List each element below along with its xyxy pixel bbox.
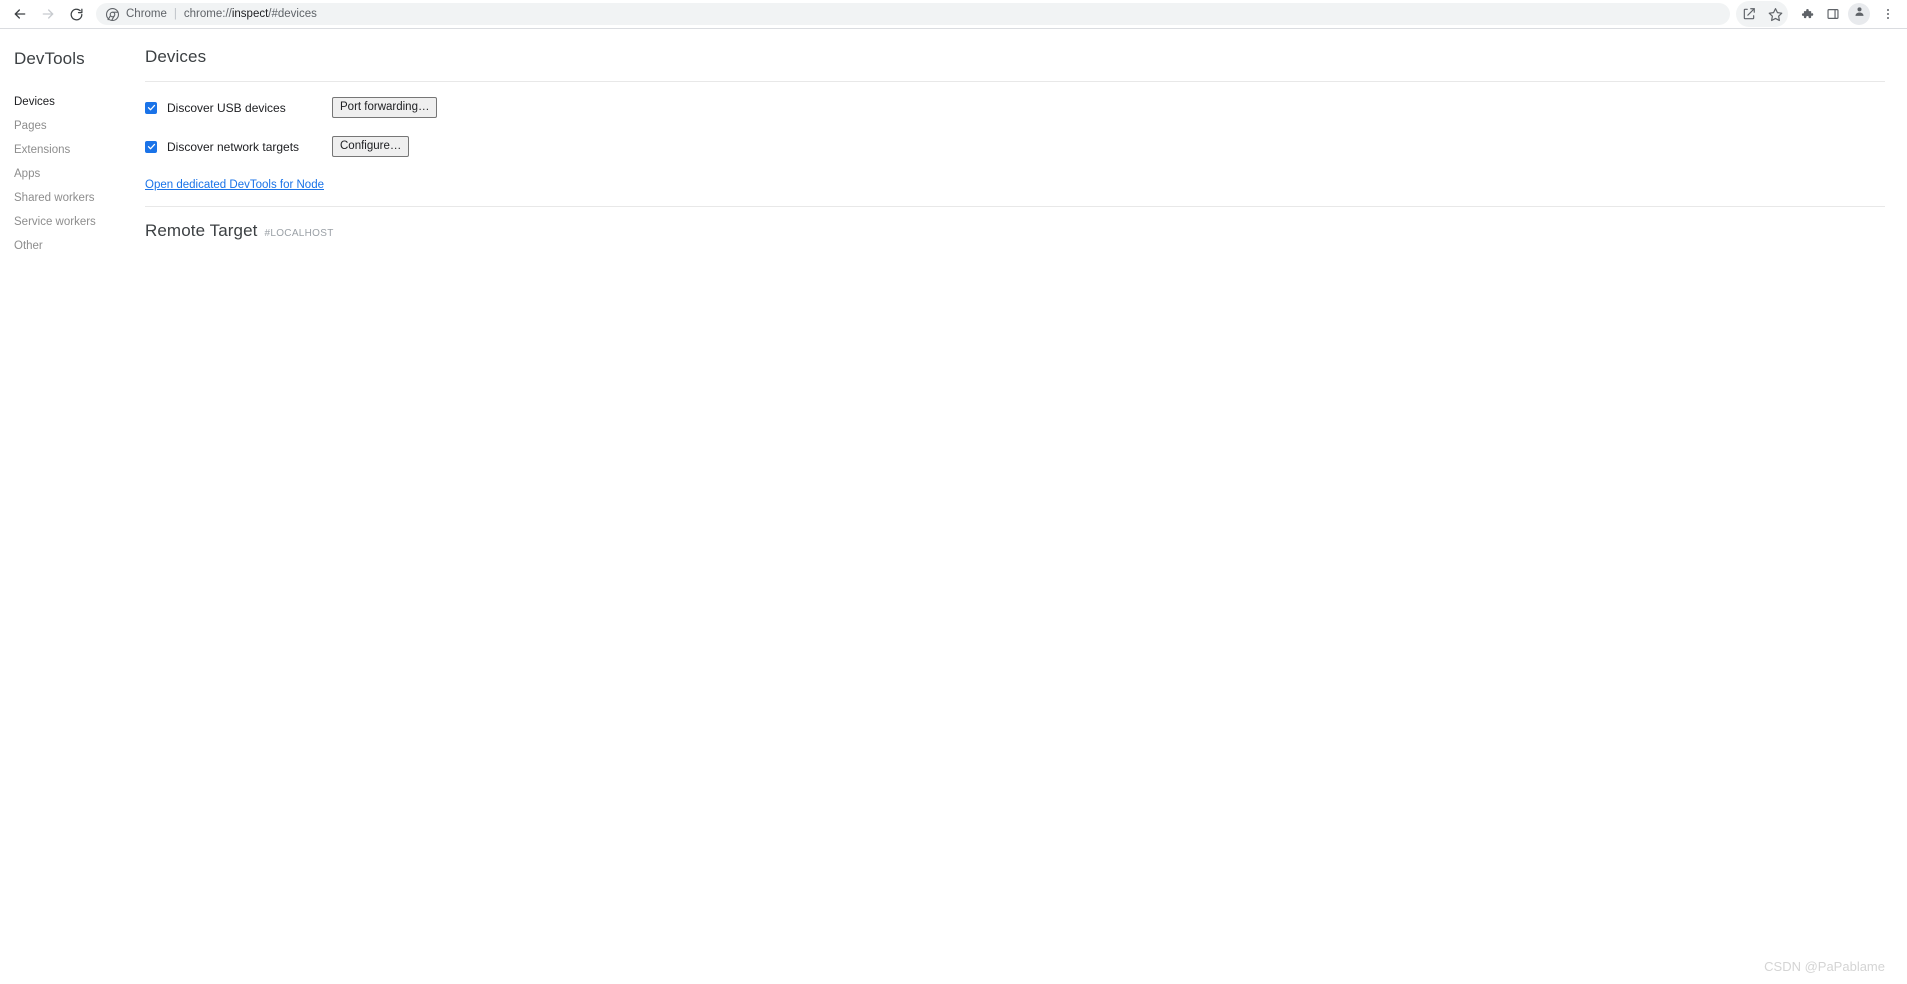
share-bookmark-group — [1736, 1, 1788, 27]
profile-button[interactable] — [1848, 3, 1870, 25]
share-icon — [1742, 7, 1756, 21]
checkbox-checked-icon[interactable] — [145, 101, 157, 114]
browser-toolbar: Chrome | chrome://inspect/#devices — [0, 0, 1907, 29]
side-panel-button[interactable] — [1820, 1, 1846, 27]
sidebar-item-shared-workers[interactable]: Shared workers — [0, 186, 145, 210]
checkbox-checked-icon[interactable] — [145, 140, 157, 153]
omnibox-url-text[interactable]: chrome://inspect/#devices — [184, 8, 1720, 20]
address-bar[interactable]: Chrome | chrome://inspect/#devices — [96, 3, 1730, 25]
watermark: CSDN @PaPablame — [1764, 959, 1885, 974]
omnibox-separator: | — [173, 8, 177, 20]
remote-target-title: Remote Target — [145, 221, 258, 240]
toolbar-actions — [1736, 1, 1901, 27]
reload-button[interactable] — [62, 0, 90, 28]
sidebar: DevTools Devices Pages Extensions Apps S… — [0, 29, 145, 984]
omnibox-brand-chip: Chrome — [126, 8, 167, 20]
sidebar-item-other[interactable]: Other — [0, 234, 145, 258]
discover-usb-row: Discover USB devices Port forwarding… — [145, 97, 1885, 118]
discover-network-label: Discover network targets — [167, 139, 300, 154]
avatar-icon — [1853, 5, 1866, 23]
puzzle-piece-icon — [1800, 7, 1814, 21]
page-title: Devices — [145, 47, 207, 66]
sidebar-item-devices[interactable]: Devices — [0, 90, 145, 114]
discover-network-row: Discover network targets Configure… — [145, 136, 1885, 157]
side-panel-icon — [1826, 7, 1840, 21]
remote-target-host-label: #LOCALHOST — [264, 228, 334, 239]
discovery-settings: Discover USB devices Port forwarding… Di… — [145, 82, 1885, 206]
extensions-button[interactable] — [1794, 1, 1820, 27]
bookmark-button[interactable] — [1762, 1, 1788, 27]
sidebar-title: DevTools — [14, 49, 85, 68]
devtools-inspect-page: DevTools Devices Pages Extensions Apps S… — [0, 29, 1907, 984]
sidebar-item-pages[interactable]: Pages — [0, 114, 145, 138]
remote-target-heading: Remote Target #LOCALHOST — [145, 221, 1885, 241]
back-button[interactable] — [6, 0, 34, 28]
url-scheme: chrome:// — [183, 8, 232, 20]
forward-button[interactable] — [34, 0, 62, 28]
forward-arrow-icon — [40, 6, 56, 22]
sidebar-item-extensions[interactable]: Extensions — [0, 138, 145, 162]
discover-usb-label: Discover USB devices — [167, 100, 286, 115]
sidebar-item-apps[interactable]: Apps — [0, 162, 145, 186]
main-content: Devices Discover USB devices Port forwar… — [145, 29, 1907, 984]
back-arrow-icon — [12, 6, 28, 22]
remote-target-section: Remote Target #LOCALHOST — [145, 207, 1885, 241]
discover-network-checkbox-group[interactable]: Discover network targets — [145, 140, 332, 154]
port-forwarding-button[interactable]: Port forwarding… — [332, 97, 438, 118]
chrome-logo-icon — [106, 7, 119, 21]
url-host: inspect — [231, 8, 269, 20]
discover-usb-checkbox-group[interactable]: Discover USB devices — [145, 101, 332, 115]
three-dot-menu-icon — [1881, 7, 1895, 21]
star-icon — [1768, 7, 1783, 22]
url-path: /#devices — [268, 8, 317, 20]
share-button[interactable] — [1736, 1, 1762, 27]
sidebar-item-service-workers[interactable]: Service workers — [0, 210, 145, 234]
configure-button[interactable]: Configure… — [332, 136, 410, 157]
open-node-devtools-link[interactable]: Open dedicated DevTools for Node — [145, 179, 324, 191]
reload-icon — [69, 7, 84, 22]
chrome-menu-button[interactable] — [1875, 1, 1901, 27]
